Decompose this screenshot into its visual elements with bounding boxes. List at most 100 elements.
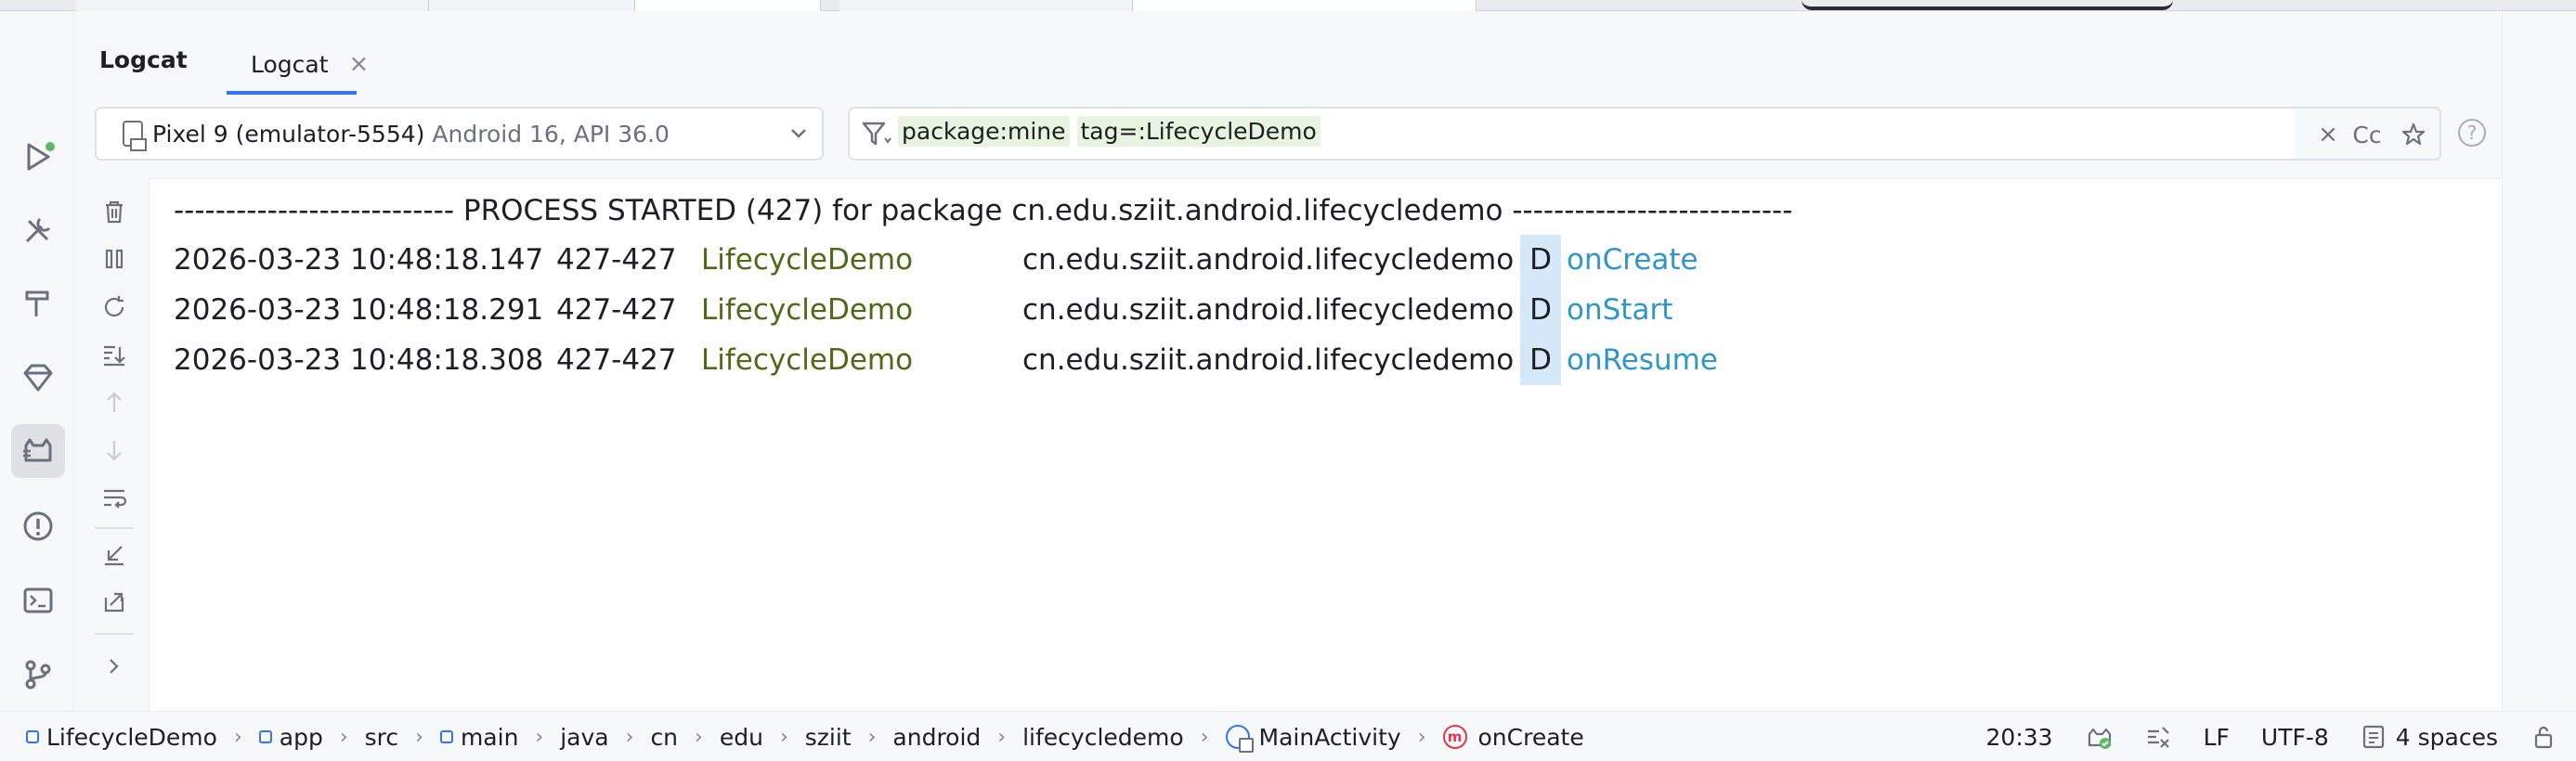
active-tab-indicator xyxy=(227,91,357,95)
module-icon xyxy=(258,730,272,743)
log-message: onResume xyxy=(1567,343,1718,377)
collapse-arrow-icon xyxy=(105,546,124,566)
scroll-to-end-button[interactable] xyxy=(96,336,133,373)
filter-query[interactable]: package:mine tag=:LifecycleDemo xyxy=(898,116,1321,147)
tab-logcat[interactable]: Logcat × xyxy=(227,33,431,95)
log-level: D xyxy=(1520,235,1561,285)
editor-tab[interactable] xyxy=(429,0,635,11)
run-tool-button[interactable] xyxy=(11,130,65,184)
filter-field[interactable]: package:mine tag=:LifecycleDemo × Cc xyxy=(848,107,2441,161)
warning-circle-icon xyxy=(23,511,53,541)
right-tool-window-bar xyxy=(2502,11,2576,711)
gemini-tool-button[interactable] xyxy=(11,351,65,405)
previous-occurrence-button[interactable] xyxy=(96,384,133,421)
logcat-output[interactable]: --------------------------- PROCESS STAR… xyxy=(149,178,2502,711)
log-level: D xyxy=(1520,285,1561,335)
breadcrumb-label: sziit xyxy=(804,723,852,751)
tool-window-title: Logcat xyxy=(99,46,188,73)
breadcrumb-item[interactable]: m onCreate xyxy=(1442,724,1584,751)
chevron-down-icon xyxy=(791,129,806,138)
log-row[interactable]: 2026-03-23 10:48:18.291 427-427 Lifecycl… xyxy=(174,285,1672,335)
ai-assistant-status[interactable] xyxy=(2085,723,2113,751)
breadcrumb-label: cn xyxy=(650,723,679,751)
breadcrumb-label: app xyxy=(279,723,323,751)
logcat-header: Logcat Logcat × xyxy=(76,11,2502,95)
terminal-tool-button[interactable] xyxy=(11,574,65,627)
log-pid: 427-427 xyxy=(556,293,677,327)
log-timestamp: 2026-03-23 10:48:18.147 xyxy=(174,243,544,277)
breadcrumb-item[interactable]: app › xyxy=(258,723,365,751)
pause-button[interactable] xyxy=(96,240,133,277)
breadcrumb-item[interactable]: edu › xyxy=(720,724,805,751)
breadcrumb-label: edu xyxy=(719,723,763,751)
breadcrumb: LifecycleDemo › app › src › main › java › cn ›… xyxy=(26,712,1584,761)
logcat-tool-button[interactable] xyxy=(11,424,65,478)
breadcrumb-label: MainActivity xyxy=(1258,723,1401,751)
editor-tab[interactable] xyxy=(839,0,1133,11)
build-variants-button[interactable] xyxy=(11,203,65,257)
log-tag: LifecycleDemo xyxy=(701,293,914,327)
editor-tab[interactable] xyxy=(635,0,821,11)
device-name: Pixel 9 (emulator-5554) xyxy=(152,120,425,148)
line-separator[interactable]: LF xyxy=(2204,724,2230,751)
indent-widget[interactable]: 4 spaces xyxy=(2361,723,2498,751)
breadcrumb-item[interactable]: LifecycleDemo › xyxy=(26,724,259,751)
next-occurrence-button[interactable] xyxy=(96,432,133,469)
breadcrumb-item[interactable]: lifecycledemo › xyxy=(1022,724,1225,751)
chevron-right-icon: › xyxy=(625,725,634,749)
restart-button[interactable] xyxy=(96,289,133,326)
breadcrumb-item[interactable]: src › xyxy=(365,724,440,751)
toolbar-separator xyxy=(95,633,134,635)
device-selector[interactable]: Pixel 9 (emulator-5554) Android 16, API … xyxy=(95,107,824,161)
close-icon[interactable]: × xyxy=(349,50,370,78)
refresh-icon xyxy=(104,296,124,317)
log-row[interactable]: 2026-03-23 10:48:18.147 427-427 Lifecycl… xyxy=(174,235,1698,285)
log-row[interactable]: 2026-03-23 10:48:18.308 427-427 Lifecycl… xyxy=(174,335,1718,385)
log-package: cn.edu.sziit.android.lifecycledemo xyxy=(1022,293,1515,327)
log-tag: LifecycleDemo xyxy=(701,343,914,377)
favorite-filter-button[interactable] xyxy=(2395,116,2432,153)
log-tag: LifecycleDemo xyxy=(701,243,914,277)
breadcrumb-label: src xyxy=(364,723,399,751)
clear-logcat-button[interactable] xyxy=(96,193,133,230)
arrow-down-icon xyxy=(107,441,122,461)
export-icon xyxy=(104,592,124,613)
log-package: cn.edu.sziit.android.lifecycledemo xyxy=(1022,243,1515,277)
breadcrumb-item[interactable]: main › xyxy=(439,724,560,751)
filter-icon[interactable] xyxy=(861,120,892,148)
clear-filter-button[interactable]: × xyxy=(2309,116,2347,153)
logcat-toolbar xyxy=(76,176,149,711)
chevron-right-icon: › xyxy=(867,725,877,749)
status-widgets: 20:33 LF UTF-8 4 spaces xyxy=(1986,712,2576,761)
problems-tool-button[interactable] xyxy=(11,499,65,553)
editor-tab[interactable] xyxy=(1133,0,1477,11)
breadcrumb-item[interactable]: android › xyxy=(892,724,1022,751)
file-encoding[interactable]: UTF-8 xyxy=(2261,724,2329,751)
build-tool-button[interactable] xyxy=(11,277,65,330)
collapse-button[interactable] xyxy=(96,535,133,573)
breadcrumb-item[interactable]: cn › xyxy=(650,724,719,751)
caret-position[interactable]: 20:33 xyxy=(1986,724,2053,751)
status-bar: LifecycleDemo › app › src › main › java › cn ›… xyxy=(0,711,2576,761)
breadcrumb-item[interactable]: MainActivity › xyxy=(1225,723,1443,753)
editor-tab[interactable] xyxy=(76,0,429,11)
indent-label: 4 spaces xyxy=(2395,723,2498,751)
log-timestamp: 2026-03-23 10:48:18.291 xyxy=(174,293,544,327)
indent-icon xyxy=(2362,725,2384,749)
more-actions-button[interactable] xyxy=(96,648,133,685)
inspections-status[interactable] xyxy=(2144,723,2172,751)
vcs-tool-button[interactable] xyxy=(11,648,65,702)
breadcrumb-label: lifecycledemo xyxy=(1022,723,1184,751)
breadcrumb-item[interactable]: java › xyxy=(560,724,650,751)
toolbar-separator xyxy=(95,527,134,529)
device-icon xyxy=(123,121,147,151)
star-icon xyxy=(2401,123,2426,146)
breadcrumb-item[interactable]: sziit › xyxy=(805,724,893,751)
match-case-button[interactable]: Cc xyxy=(2348,116,2386,153)
close-icon: × xyxy=(2318,121,2338,148)
help-icon[interactable]: ? xyxy=(2458,119,2486,147)
read-only-toggle[interactable] xyxy=(2530,723,2557,751)
soft-wrap-button[interactable] xyxy=(96,480,133,517)
export-button[interactable] xyxy=(96,583,133,620)
terminal-icon xyxy=(23,587,53,613)
